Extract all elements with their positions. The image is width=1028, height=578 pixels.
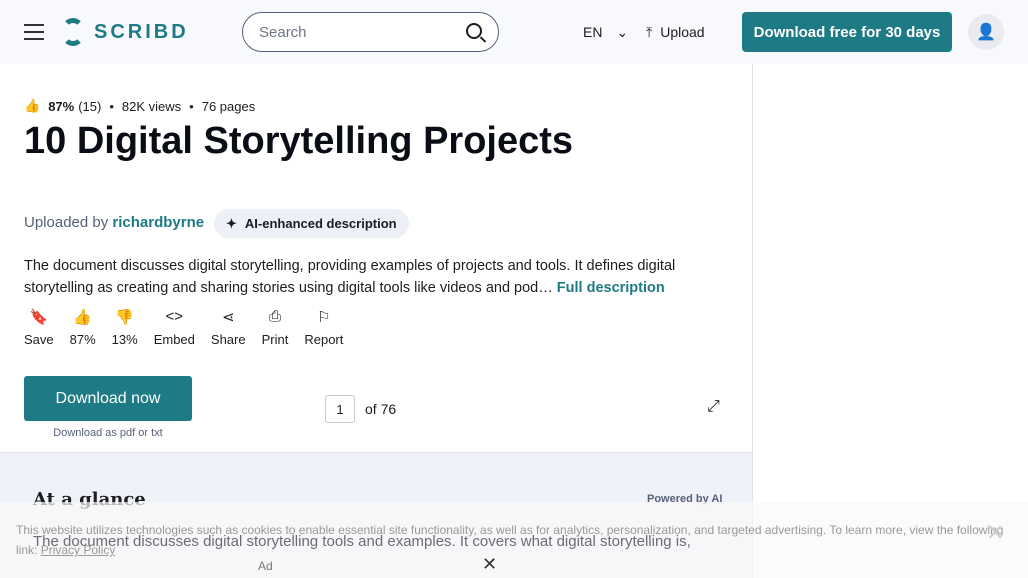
download-now-button[interactable]: Download now <box>24 376 192 421</box>
share-icon: ⋖ <box>221 309 235 326</box>
search-input[interactable]: Search <box>242 12 499 52</box>
dislike-button[interactable]: 👎 13% <box>112 308 138 347</box>
search-icon[interactable] <box>466 23 482 39</box>
chevron-down-icon: ⌄ <box>616 24 629 40</box>
report-button[interactable]: ⚐ Report <box>304 308 343 347</box>
ai-badge-label: AI-enhanced description <box>244 216 397 231</box>
printer-icon: ⎙ <box>268 308 281 325</box>
glance-text: The document discusses digital storytell… <box>33 533 691 550</box>
upload-label: Upload <box>660 24 705 40</box>
uploader-link[interactable]: richardbyrne <box>112 214 204 231</box>
save-label: Save <box>24 332 54 347</box>
views: 82K views <box>121 98 182 114</box>
sparkle-icon: ✦ <box>226 215 237 231</box>
action-bar: 🔖 Save 👍 87% 👎 13% <> Embed ⋖ Share ⎙ Print ⚐ R… <box>24 308 343 347</box>
language-select[interactable]: EN ⌄ <box>583 24 628 41</box>
embed-button[interactable]: <> Embed <box>154 308 195 347</box>
share-label: Share <box>210 332 246 347</box>
download-free-button[interactable]: Download free for 30 days <box>742 12 952 52</box>
rating: 87% <box>48 98 75 114</box>
report-label: Report <box>304 332 344 347</box>
search-placeholder: Search <box>259 23 307 41</box>
like-button[interactable]: 👍 87% <box>70 308 96 347</box>
glance-title: At a glance <box>33 489 146 510</box>
logo-text: SCRIBD <box>94 20 189 43</box>
thumbs-up-icon: 👍 <box>73 309 92 326</box>
upload-icon: ⤒ <box>646 24 653 40</box>
upload-button[interactable]: ⤒ Upload <box>646 24 705 41</box>
fullscreen-icon[interactable]: ⤢ <box>707 398 720 416</box>
pages: 76 pages <box>201 98 256 114</box>
page-total: of 76 <box>365 401 397 417</box>
thumbs-down-icon: 👎 <box>115 309 135 326</box>
at-a-glance-panel: At a glance Powered by AI The document d… <box>0 452 752 578</box>
dislike-label: 13% <box>111 332 138 347</box>
divider <box>752 64 753 578</box>
full-description-link[interactable]: Full description <box>557 280 665 296</box>
language-label: EN <box>583 24 603 40</box>
embed-label: Embed <box>153 332 195 347</box>
scribd-logo-icon <box>62 18 84 46</box>
uploaded-by-label: Uploaded by <box>24 214 109 231</box>
close-icon[interactable]: ✕ <box>986 520 1004 546</box>
user-icon[interactable]: 👤 <box>968 14 1004 50</box>
code-icon: <> <box>165 308 184 325</box>
flag-icon: ⚐ <box>317 309 331 326</box>
powered-by-ai: Powered by AI <box>647 493 723 505</box>
document-meta: 👍 87% (15) • 82K views • 76 pages <box>24 98 256 114</box>
bookmark-icon: 🔖 <box>29 309 49 326</box>
description: The document discusses digital storytell… <box>24 255 724 299</box>
ad-label: Ad <box>258 559 273 573</box>
ad-close-icon[interactable]: ✕ <box>482 554 497 575</box>
save-button[interactable]: 🔖 Save <box>24 308 54 347</box>
download-format-note: Download as pdf or txt <box>53 427 163 439</box>
share-button[interactable]: ⋖ Share <box>211 308 246 347</box>
like-label: 87% <box>69 332 96 347</box>
print-label: Print <box>261 332 289 347</box>
header: SCRIBD Search EN ⌄ ⤒ Upload Download free… <box>0 0 1028 64</box>
ai-description-badge[interactable]: ✦ AI-enhanced description <box>214 209 409 238</box>
thumbs-up-icon: 👍 <box>24 98 41 113</box>
privacy-policy-link[interactable]: Privacy Policy <box>41 543 116 557</box>
page-number-input[interactable]: 1 <box>325 395 355 423</box>
rating-count: (15) <box>78 98 102 114</box>
logo[interactable]: SCRIBD <box>62 18 189 46</box>
menu-icon[interactable] <box>24 24 44 45</box>
uploader: Uploaded by richardbyrne <box>24 214 204 231</box>
page-title: 10 Digital Storytelling Projects <box>24 120 574 162</box>
print-button[interactable]: ⎙ Print <box>262 308 289 347</box>
